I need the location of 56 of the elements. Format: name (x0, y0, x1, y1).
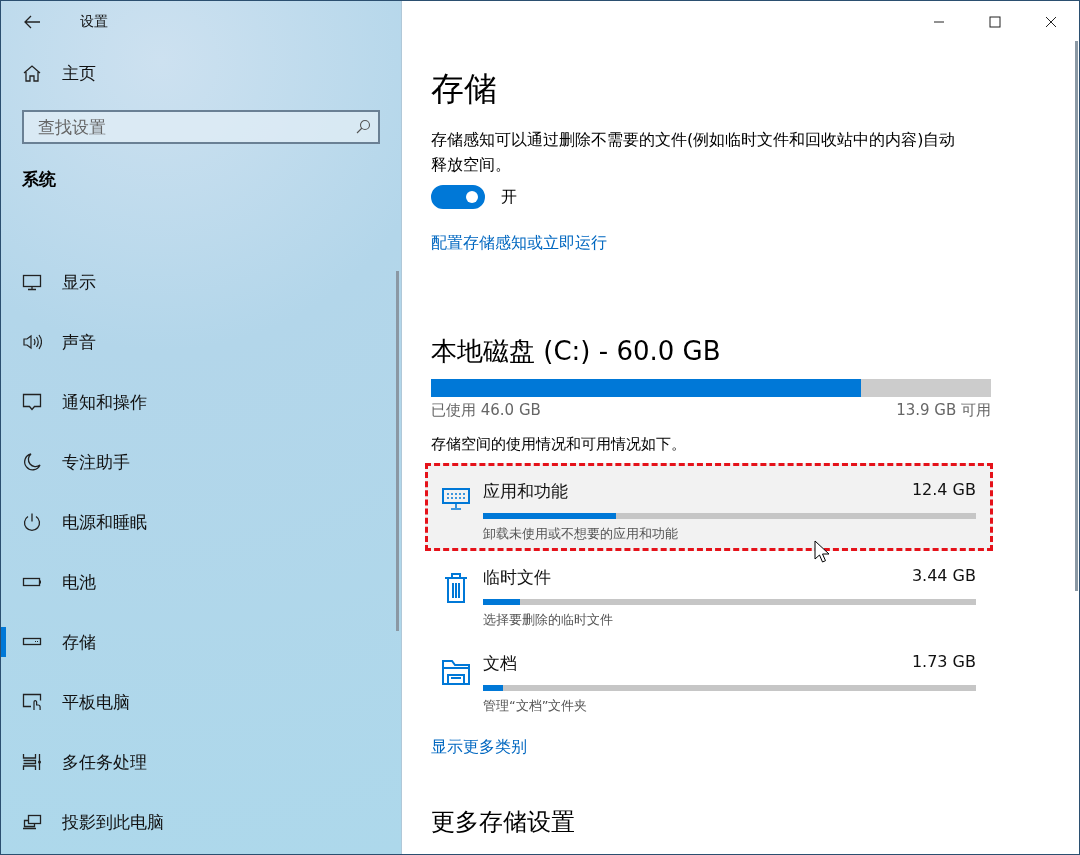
sidebar-item[interactable]: 声音 (1, 312, 393, 372)
home-nav-item[interactable]: 主页 (1, 53, 401, 93)
usage-note: 存储空间的使用情况和可用情况如下。 (431, 435, 687, 455)
toggle-label: 开 (501, 186, 517, 208)
home-icon (22, 63, 42, 83)
window-title: 设置 (80, 13, 108, 31)
moon-icon (22, 452, 42, 472)
free-space-text: 13.9 GB 可用 (896, 401, 991, 421)
description-text: 存储感知可以通过删除不需要的文件(例如临时文件和回收站中的内容)自动释放空间。 (431, 129, 957, 177)
tablet-touch-icon (22, 692, 42, 712)
toggle-switch[interactable] (431, 185, 485, 210)
category-name: 文档 (483, 652, 517, 676)
category-hint: 管理“文档”文件夹 (483, 697, 589, 716)
scrollbar[interactable] (396, 271, 399, 631)
sidebar-item[interactable]: 显示 (1, 252, 393, 312)
page-title: 存储 (431, 71, 498, 108)
category-size: 3.44 GB (911, 566, 976, 588)
maximize-icon (989, 16, 1001, 28)
sidebar-item[interactable]: 通知和操作 (1, 372, 393, 432)
storage-category[interactable]: 文档 1.73 GB 管理“文档”文件夹 (425, 635, 993, 724)
drive-heading: 本地磁盘 (C:) - 60.0 GB (431, 336, 722, 368)
category-hint: 选择要删除的临时文件 (483, 611, 614, 630)
multitask-icon (22, 752, 42, 772)
sidebar-item[interactable]: 专注助手 (1, 432, 393, 492)
storage-category[interactable]: 临时文件 3.44 GB 选择要删除的临时文件 (425, 549, 993, 638)
scrollbar[interactable] (1075, 41, 1078, 591)
sidebar-item[interactable]: 电池 (1, 552, 393, 612)
category-size: 1.73 GB (911, 652, 976, 674)
category-size: 12.4 GB (911, 480, 976, 502)
sidebar-item[interactable]: 投影到此电脑 (1, 792, 393, 852)
sidebar-item[interactable]: 平板电脑 (1, 672, 393, 732)
search-icon (355, 119, 371, 135)
sidebar-item[interactable]: 存储 (1, 612, 393, 672)
close-icon (1045, 16, 1057, 28)
category-name: 应用和功能 (483, 480, 568, 504)
configure-link[interactable]: 配置存储感知或立即运行 (431, 233, 607, 255)
monitor-icon (22, 272, 42, 292)
speech-bubble-icon (22, 392, 42, 412)
projection-icon (22, 812, 42, 832)
used-space-text: 已使用 46.0 GB (431, 401, 541, 421)
keyboard-monitor-icon (441, 486, 471, 513)
sidebar-item[interactable]: 电源和睡眠 (1, 492, 393, 552)
trash-icon (443, 572, 469, 605)
sidebar-item[interactable]: 多任务处理 (1, 732, 393, 792)
section-heading: 系统 (22, 168, 57, 191)
folder-icon (441, 658, 471, 687)
power-icon (22, 512, 42, 532)
section-heading: 更多存储设置 (431, 808, 576, 838)
search-field[interactable]: 查找设置 (22, 110, 380, 144)
category-name: 临时文件 (483, 566, 551, 590)
speaker-icon (22, 332, 42, 352)
back-arrow-icon (23, 15, 41, 29)
mouse-cursor-icon (814, 540, 830, 565)
category-hint: 卸载未使用或不想要的应用和功能 (483, 525, 679, 544)
show-more-link[interactable]: 显示更多类别 (431, 737, 527, 759)
storage-category[interactable]: 应用和功能 12.4 GB 卸载未使用或不想要的应用和功能 (425, 463, 993, 552)
